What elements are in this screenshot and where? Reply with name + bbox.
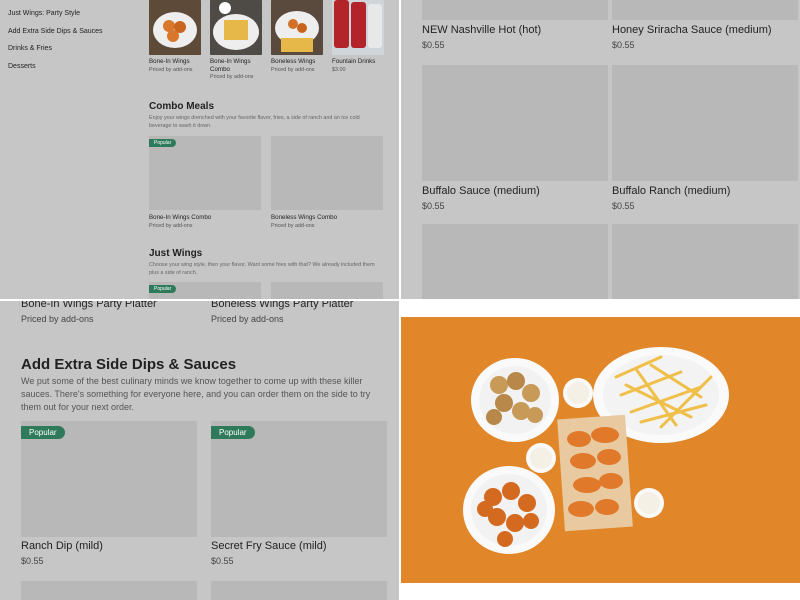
menu-item-price: Priced by add-ons: [149, 223, 193, 229]
menu-item-image: Popular: [149, 136, 261, 210]
sidebar-item-just-wings-party[interactable]: Just Wings: Party Style: [8, 9, 128, 27]
product-name: Boneless Wings: [271, 58, 316, 65]
product-price: Priced by add-ons: [271, 66, 315, 73]
product-image: [271, 0, 323, 55]
menu-item-card[interactable]: Popular Ranch Dip (mild) $0.55: [21, 421, 197, 566]
menu-item-card[interactable]: Boneless Wings Combo Priced by add-ons: [271, 136, 383, 229]
section-title-just-wings: Just Wings: [149, 248, 203, 259]
menu-item-card[interactable]: Popular Bone-In Wings Combo Priced by ad…: [149, 136, 261, 229]
section-description: We put some of the best culinary minds w…: [21, 376, 371, 412]
product-price: Priced by add-ons: [210, 74, 254, 80]
product-price: Priced by add-ons: [149, 66, 193, 73]
menu-item-card[interactable]: [612, 224, 798, 299]
menu-item-image[interactable]: [211, 581, 387, 600]
menu-item-image: [271, 282, 383, 299]
product-name: Bone-In Wings Combo: [210, 58, 251, 73]
menu-item-price: Priced by add-ons: [211, 314, 284, 324]
product-card[interactable]: Boneless Wings Priced by add-ons: [271, 0, 323, 74]
menu-panel-top-right: NEW Nashville Hot (hot) $0.55 Honey Srir…: [401, 0, 800, 299]
menu-panel-bottom-left: Bone-In Wings Party Platter Priced by ad…: [0, 301, 399, 600]
menu-item-name: Boneless Wings Combo: [271, 214, 338, 221]
menu-item-name: Bone-In Wings Combo: [149, 214, 212, 221]
menu-item-price: $0.55: [422, 40, 445, 50]
menu-item-price: Priced by add-ons: [21, 314, 94, 324]
sidebar-item-extra-sides[interactable]: Add Extra Side Dips & Sauces: [8, 27, 128, 45]
section-description: Choose your wing style, then your flavor…: [149, 262, 375, 276]
menu-item-image: [271, 136, 383, 210]
menu-item-price: $0.55: [612, 201, 635, 211]
menu-panel-top-left: Just Wings: Party Style Add Extra Side D…: [0, 0, 399, 299]
popular-badge: Popular: [211, 426, 255, 439]
menu-item-image: [422, 65, 608, 181]
product-image: [332, 0, 384, 55]
menu-item-name[interactable]: Boneless Wings Party Platter: [211, 301, 353, 310]
product-price: $3.00: [332, 66, 346, 73]
menu-item-name: Buffalo Sauce (medium): [422, 185, 540, 197]
menu-item-card[interactable]: Popular Secret Fry Sauce (mild) $0.55: [211, 421, 387, 566]
menu-item-image[interactable]: [21, 581, 197, 600]
menu-item-image: [612, 0, 798, 20]
menu-item-image: Popular: [211, 421, 387, 537]
menu-item-card[interactable]: [422, 224, 608, 299]
menu-item-name: Secret Fry Sauce (mild): [211, 540, 327, 552]
menu-item-card[interactable]: [271, 282, 383, 299]
menu-item-card[interactable]: Buffalo Ranch (medium) $0.55: [612, 65, 798, 211]
menu-item-name: Ranch Dip (mild): [21, 540, 103, 552]
product-name: Fountain Drinks: [332, 58, 376, 65]
menu-item-card[interactable]: Honey Sriracha Sauce (medium) $0.55: [612, 0, 798, 50]
sidebar-item-desserts[interactable]: Desserts: [8, 62, 128, 80]
section-title-extra-sides: Add Extra Side Dips & Sauces: [21, 356, 237, 373]
product-card[interactable]: Bone-In Wings Priced by add-ons: [149, 0, 201, 74]
menu-item-card[interactable]: Popular: [149, 282, 261, 299]
menu-item-price: $0.55: [211, 556, 234, 566]
product-image: [210, 0, 262, 55]
menu-item-price: $0.55: [422, 201, 445, 211]
popular-badge: Popular: [21, 426, 65, 439]
menu-item-image: [422, 0, 608, 20]
product-image: [149, 0, 201, 55]
menu-item-name: Honey Sriracha Sauce (medium): [612, 24, 772, 36]
menu-item-image: [422, 224, 608, 299]
wings-and-fries-photo: [401, 317, 800, 583]
food-photo-panel: [401, 301, 800, 600]
product-name: Bone-In Wings: [149, 58, 190, 65]
category-sidebar: Just Wings: Party Style Add Extra Side D…: [8, 9, 128, 79]
product-card[interactable]: Fountain Drinks $3.00: [332, 0, 384, 74]
menu-item-price: $0.55: [612, 40, 635, 50]
menu-item-price: Priced by add-ons: [271, 223, 315, 229]
sidebar-item-drinks-fries[interactable]: Drinks & Fries: [8, 44, 128, 62]
section-title-combo-meals: Combo Meals: [149, 101, 215, 112]
menu-item-image: Popular: [21, 421, 197, 537]
popular-badge: Popular: [149, 285, 177, 293]
section-description: Enjoy your wings drenched with your favo…: [149, 115, 360, 129]
menu-item-image: [612, 224, 798, 299]
menu-item-card[interactable]: NEW Nashville Hot (hot) $0.55: [422, 0, 608, 50]
menu-item-image: Popular: [149, 282, 261, 299]
menu-item-card[interactable]: Buffalo Sauce (medium) $0.55: [422, 65, 608, 211]
product-card[interactable]: Bone-In Wings Combo Priced by add-ons: [210, 0, 262, 81]
menu-item-name: NEW Nashville Hot (hot): [422, 24, 542, 36]
menu-item-name: Buffalo Ranch (medium): [612, 185, 731, 197]
menu-item-price: $0.55: [21, 556, 44, 566]
menu-item-name[interactable]: Bone-In Wings Party Platter: [21, 301, 157, 310]
menu-item-image: [612, 65, 798, 181]
popular-badge: Popular: [149, 139, 177, 147]
